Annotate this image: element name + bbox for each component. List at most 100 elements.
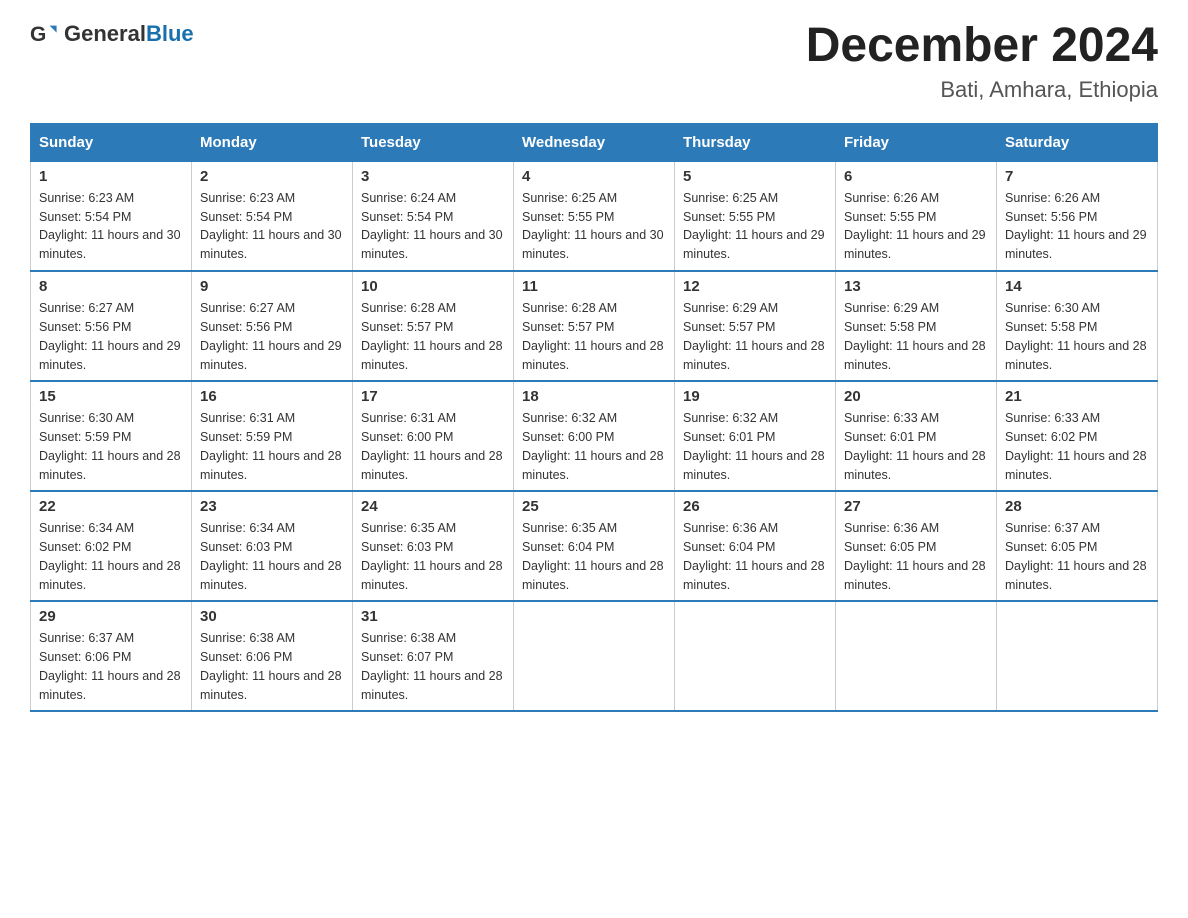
calendar-cell: 26Sunrise: 6:36 AMSunset: 6:04 PMDayligh… xyxy=(675,491,836,601)
week-row-5: 29 Sunrise: 6:37 AMSunset: 6:06 PMDayligh… xyxy=(31,601,1158,711)
day-info: Sunrise: 6:33 AMSunset: 6:01 PMDaylight:… xyxy=(844,409,988,484)
day-info: Sunrise: 6:30 AMSunset: 5:58 PMDaylight:… xyxy=(1005,299,1149,374)
week-row-4: 22 Sunrise: 6:34 AMSunset: 6:02 PMDayligh… xyxy=(31,491,1158,601)
day-info: Sunrise: 6:31 AMSunset: 5:59 PMDaylight:… xyxy=(200,409,344,484)
logo-general-text: General xyxy=(64,21,146,46)
day-number: 17 xyxy=(361,388,505,405)
calendar-cell: 24 Sunrise: 6:35 AMSunset: 6:03 PMDayligh… xyxy=(353,491,514,601)
calendar-cell: 10 Sunrise: 6:28 AMSunset: 5:57 PMDayligh… xyxy=(353,271,514,381)
day-info: Sunrise: 6:32 AMSunset: 6:01 PMDaylight:… xyxy=(683,409,827,484)
calendar-cell: 12 Sunrise: 6:29 AMSunset: 5:57 PMDayligh… xyxy=(675,271,836,381)
day-number: 28 xyxy=(1005,498,1149,515)
header-row: SundayMondayTuesdayWednesdayThursdayFrid… xyxy=(31,123,1158,161)
day-number: 22 xyxy=(39,498,183,515)
day-number: 5 xyxy=(683,168,827,185)
calendar-cell: 25 Sunrise: 6:35 AMSunset: 6:04 PMDayligh… xyxy=(514,491,675,601)
week-row-2: 8 Sunrise: 6:27 AMSunset: 5:56 PMDaylight… xyxy=(31,271,1158,381)
day-info: Sunrise: 6:38 AMSunset: 6:07 PMDaylight:… xyxy=(361,629,505,704)
day-info: Sunrise: 6:32 AMSunset: 6:00 PMDaylight:… xyxy=(522,409,666,484)
day-info: Sunrise: 6:27 AMSunset: 5:56 PMDaylight:… xyxy=(200,299,344,374)
calendar-cell: 7Sunrise: 6:26 AMSunset: 5:56 PMDaylight… xyxy=(997,161,1158,271)
day-number: 3 xyxy=(361,168,505,185)
day-info: Sunrise: 6:25 AMSunset: 5:55 PMDaylight:… xyxy=(522,189,666,264)
logo: G GeneralBlue xyxy=(30,20,194,48)
calendar-cell xyxy=(836,601,997,711)
page-header: G GeneralBlue December 2024 Bati, Amhara… xyxy=(30,20,1158,103)
day-number: 27 xyxy=(844,498,988,515)
day-number: 12 xyxy=(683,278,827,295)
day-info: Sunrise: 6:24 AMSunset: 5:54 PMDaylight:… xyxy=(361,189,505,264)
day-info: Sunrise: 6:34 AMSunset: 6:03 PMDaylight:… xyxy=(200,519,344,594)
calendar-cell: 21Sunrise: 6:33 AMSunset: 6:02 PMDayligh… xyxy=(997,381,1158,491)
calendar-cell: 11 Sunrise: 6:28 AMSunset: 5:57 PMDayligh… xyxy=(514,271,675,381)
header-thursday: Thursday xyxy=(675,123,836,161)
day-info: Sunrise: 6:37 AMSunset: 6:06 PMDaylight:… xyxy=(39,629,183,704)
day-info: Sunrise: 6:28 AMSunset: 5:57 PMDaylight:… xyxy=(361,299,505,374)
day-number: 11 xyxy=(522,278,666,295)
header-friday: Friday xyxy=(836,123,997,161)
calendar-table: SundayMondayTuesdayWednesdayThursdayFrid… xyxy=(30,123,1158,713)
day-info: Sunrise: 6:28 AMSunset: 5:57 PMDaylight:… xyxy=(522,299,666,374)
week-row-1: 1 Sunrise: 6:23 AMSunset: 5:54 PMDaylight… xyxy=(31,161,1158,271)
day-info: Sunrise: 6:35 AMSunset: 6:04 PMDaylight:… xyxy=(522,519,666,594)
day-number: 18 xyxy=(522,388,666,405)
day-number: 1 xyxy=(39,168,183,185)
header-saturday: Saturday xyxy=(997,123,1158,161)
calendar-cell: 23 Sunrise: 6:34 AMSunset: 6:03 PMDayligh… xyxy=(192,491,353,601)
logo-icon: G xyxy=(30,20,58,48)
day-info: Sunrise: 6:23 AMSunset: 5:54 PMDaylight:… xyxy=(200,189,344,264)
day-number: 30 xyxy=(200,608,344,625)
day-info: Sunrise: 6:30 AMSunset: 5:59 PMDaylight:… xyxy=(39,409,183,484)
month-year-title: December 2024 xyxy=(806,20,1158,73)
day-number: 23 xyxy=(200,498,344,515)
calendar-cell: 13Sunrise: 6:29 AMSunset: 5:58 PMDayligh… xyxy=(836,271,997,381)
calendar-cell: 9 Sunrise: 6:27 AMSunset: 5:56 PMDaylight… xyxy=(192,271,353,381)
day-number: 21 xyxy=(1005,388,1149,405)
day-number: 10 xyxy=(361,278,505,295)
logo-blue-text: Blue xyxy=(146,21,194,46)
calendar-body: 1 Sunrise: 6:23 AMSunset: 5:54 PMDaylight… xyxy=(31,161,1158,711)
day-info: Sunrise: 6:36 AMSunset: 6:05 PMDaylight:… xyxy=(844,519,988,594)
day-number: 25 xyxy=(522,498,666,515)
week-row-3: 15 Sunrise: 6:30 AMSunset: 5:59 PMDayligh… xyxy=(31,381,1158,491)
calendar-header: SundayMondayTuesdayWednesdayThursdayFrid… xyxy=(31,123,1158,161)
day-info: Sunrise: 6:23 AMSunset: 5:54 PMDaylight:… xyxy=(39,189,183,264)
svg-text:G: G xyxy=(30,23,46,46)
calendar-cell xyxy=(997,601,1158,711)
header-monday: Monday xyxy=(192,123,353,161)
calendar-cell: 1 Sunrise: 6:23 AMSunset: 5:54 PMDaylight… xyxy=(31,161,192,271)
calendar-cell: 18 Sunrise: 6:32 AMSunset: 6:00 PMDayligh… xyxy=(514,381,675,491)
calendar-cell: 5 Sunrise: 6:25 AMSunset: 5:55 PMDaylight… xyxy=(675,161,836,271)
day-info: Sunrise: 6:34 AMSunset: 6:02 PMDaylight:… xyxy=(39,519,183,594)
day-number: 6 xyxy=(844,168,988,185)
calendar-cell: 4 Sunrise: 6:25 AMSunset: 5:55 PMDaylight… xyxy=(514,161,675,271)
calendar-cell: 29 Sunrise: 6:37 AMSunset: 6:06 PMDayligh… xyxy=(31,601,192,711)
calendar-cell: 15 Sunrise: 6:30 AMSunset: 5:59 PMDayligh… xyxy=(31,381,192,491)
day-number: 16 xyxy=(200,388,344,405)
day-number: 4 xyxy=(522,168,666,185)
calendar-cell: 31 Sunrise: 6:38 AMSunset: 6:07 PMDayligh… xyxy=(353,601,514,711)
header-tuesday: Tuesday xyxy=(353,123,514,161)
day-info: Sunrise: 6:35 AMSunset: 6:03 PMDaylight:… xyxy=(361,519,505,594)
calendar-cell: 28 Sunrise: 6:37 AMSunset: 6:05 PMDayligh… xyxy=(997,491,1158,601)
calendar-cell: 8Sunrise: 6:27 AMSunset: 5:56 PMDaylight… xyxy=(31,271,192,381)
day-info: Sunrise: 6:26 AMSunset: 5:55 PMDaylight:… xyxy=(844,189,988,264)
day-info: Sunrise: 6:25 AMSunset: 5:55 PMDaylight:… xyxy=(683,189,827,264)
day-number: 8 xyxy=(39,278,183,295)
day-info: Sunrise: 6:29 AMSunset: 5:58 PMDaylight:… xyxy=(844,299,988,374)
header-sunday: Sunday xyxy=(31,123,192,161)
day-number: 14 xyxy=(1005,278,1149,295)
day-number: 29 xyxy=(39,608,183,625)
calendar-cell: 16 Sunrise: 6:31 AMSunset: 5:59 PMDayligh… xyxy=(192,381,353,491)
title-block: December 2024 Bati, Amhara, Ethiopia xyxy=(806,20,1158,103)
day-number: 31 xyxy=(361,608,505,625)
location-subtitle: Bati, Amhara, Ethiopia xyxy=(806,77,1158,103)
day-number: 15 xyxy=(39,388,183,405)
calendar-cell xyxy=(514,601,675,711)
calendar-cell: 6 Sunrise: 6:26 AMSunset: 5:55 PMDaylight… xyxy=(836,161,997,271)
day-number: 24 xyxy=(361,498,505,515)
day-number: 9 xyxy=(200,278,344,295)
calendar-cell: 27 Sunrise: 6:36 AMSunset: 6:05 PMDayligh… xyxy=(836,491,997,601)
day-info: Sunrise: 6:37 AMSunset: 6:05 PMDaylight:… xyxy=(1005,519,1149,594)
day-info: Sunrise: 6:29 AMSunset: 5:57 PMDaylight:… xyxy=(683,299,827,374)
